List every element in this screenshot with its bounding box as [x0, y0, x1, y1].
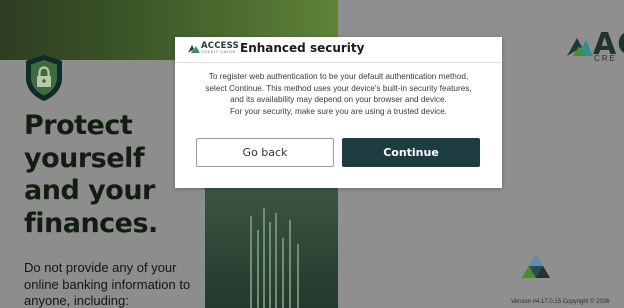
shield-lock-icon — [26, 55, 62, 101]
dialog-message-line: and its availability may depend on your … — [230, 95, 447, 104]
brand-logo: AC CRE — [565, 30, 624, 64]
brand-mark-icon-bottom — [522, 254, 550, 278]
subcopy-line: Do not provide any of your — [24, 260, 177, 275]
dialog-logo: ACCESS CREDIT UNION — [188, 41, 239, 57]
background-photo — [205, 185, 338, 308]
continue-button[interactable]: Continue — [342, 138, 480, 167]
subcopy-line: online banking information to — [24, 276, 191, 292]
subcopy-line: anyone, including: — [24, 293, 129, 308]
dialog-message: To register web authentication to be you… — [187, 71, 490, 117]
enhanced-security-dialog: ACCESS CREDIT UNION Enhanced security To… — [175, 37, 502, 188]
dialog-logo-mark-icon — [188, 45, 200, 53]
dialog-message-line: select Continue. This method uses your d… — [205, 83, 472, 93]
version-text: Version #4.17.0.15 Copyright © 2026 — [511, 299, 610, 305]
headline-line: finances. — [24, 207, 158, 239]
dialog-logo-subtext: CREDIT UNION — [201, 50, 236, 54]
go-back-button[interactable]: Go back — [196, 138, 334, 167]
dialog-title: Enhanced security — [240, 41, 365, 55]
dialog-header: ACCESS CREDIT UNION Enhanced security — [175, 37, 502, 63]
brand-logo-subtext: CRE — [594, 54, 617, 63]
dialog-message-line: For your security, make sure you are usi… — [230, 106, 447, 116]
page-subcopy: Do not provide any of your online bankin… — [24, 260, 194, 308]
dialog-message-line: To register web authentication to be you… — [208, 72, 469, 81]
brand-mark-icon — [567, 38, 593, 56]
